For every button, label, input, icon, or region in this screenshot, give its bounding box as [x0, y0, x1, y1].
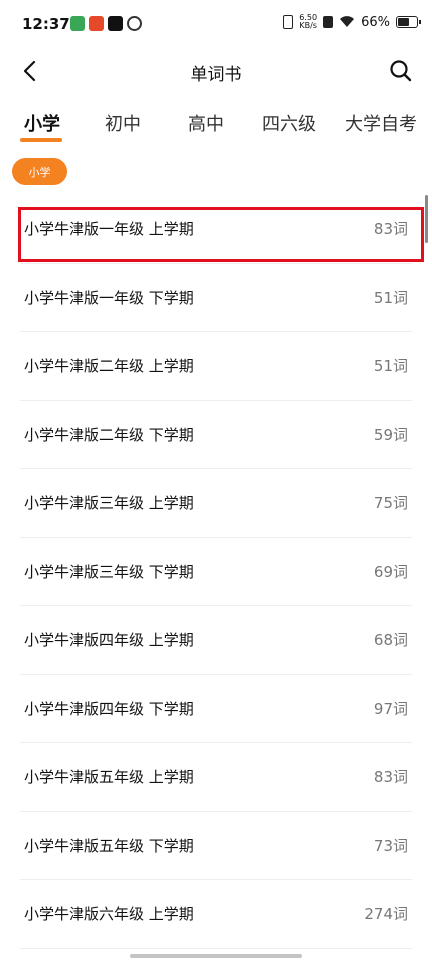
nav-bar: 单词书 [0, 50, 432, 92]
list-item[interactable]: 小学牛津版四年级 上学期 68词 [20, 606, 412, 675]
tab-primary[interactable]: 小学 [24, 110, 60, 136]
filter-chip[interactable]: 小学 [12, 158, 67, 185]
app-notification-icon [70, 16, 85, 31]
book-name: 小学牛津版一年级 下学期 [24, 288, 194, 307]
tab-university-self-study[interactable]: 大学自考 [345, 110, 417, 136]
wifi-icon [340, 16, 355, 27]
book-name: 小学牛津版五年级 下学期 [24, 836, 194, 855]
active-tab-indicator [20, 138, 62, 142]
word-count: 97词 [373, 699, 408, 718]
app-notification-icon [89, 16, 104, 31]
sync-icon [127, 16, 142, 31]
status-bar: 12:37 6.50 KB/s 66% [0, 0, 432, 50]
book-name: 小学牛津版六年级 上学期 [24, 905, 194, 924]
word-count: 51词 [373, 288, 408, 307]
page-title: 单词书 [190, 65, 242, 85]
system-status: 6.50 KB/s 66% [283, 14, 421, 30]
book-name: 小学牛津版二年级 下学期 [24, 425, 194, 444]
home-indicator[interactable] [130, 954, 302, 958]
book-name: 小学牛津版五年级 上学期 [24, 768, 194, 787]
book-name: 小学牛津版三年级 上学期 [24, 494, 194, 513]
list-item[interactable]: 小学牛津版三年级 上学期 75词 [20, 469, 412, 538]
battery-percent: 66% [361, 14, 390, 30]
word-count: 73词 [373, 836, 408, 855]
scrollbar[interactable] [425, 195, 428, 243]
word-count: 83词 [373, 768, 408, 787]
list-item[interactable]: 小学牛津版二年级 上学期 51词 [20, 332, 412, 401]
battery-fill [398, 18, 410, 26]
word-count: 68词 [373, 631, 408, 650]
word-count: 69词 [373, 562, 408, 581]
notification-icons [70, 16, 142, 31]
book-name: 小学牛津版四年级 上学期 [24, 631, 194, 650]
book-name: 小学牛津版一年级 上学期 [24, 220, 194, 239]
word-count: 75词 [373, 494, 408, 513]
word-count: 59词 [373, 425, 408, 444]
list-item[interactable]: 小学牛津版三年级 下学期 69词 [20, 538, 412, 606]
tiktok-icon [108, 16, 123, 31]
search-icon[interactable] [388, 58, 414, 84]
list-item[interactable]: 小学牛津版四年级 下学期 97词 [20, 675, 412, 743]
sim-off-icon [323, 16, 334, 28]
list-item[interactable]: 小学牛津版一年级 上学期 83词 [18, 195, 424, 264]
level-tabs: 小学 初中 高中 四六级 大学自考 [0, 102, 432, 146]
tab-senior-high[interactable]: 高中 [188, 110, 224, 136]
vibrate-icon [283, 15, 294, 29]
word-count: 51词 [373, 357, 408, 376]
word-count: 274词 [364, 905, 408, 924]
list-item[interactable]: 小学牛津版五年级 上学期 83词 [20, 743, 412, 812]
list-item[interactable]: 小学牛津版一年级 下学期 51词 [20, 264, 412, 332]
book-name: 小学牛津版二年级 上学期 [24, 357, 194, 376]
word-count: 83词 [373, 220, 408, 239]
tab-cet[interactable]: 四六级 [262, 110, 316, 136]
list-item[interactable]: 小学牛津版二年级 下学期 59词 [20, 401, 412, 469]
list-item[interactable]: 小学牛津版五年级 下学期 73词 [20, 812, 412, 880]
tab-junior-high[interactable]: 初中 [105, 110, 141, 136]
wordbook-list: 小学牛津版一年级 上学期 83词 小学牛津版一年级 下学期 51词 小学牛津版二年级 上… [18, 195, 424, 949]
list-item[interactable]: 小学牛津版六年级 上学期 274词 [20, 880, 412, 949]
net-speed-unit: KB/s [299, 21, 317, 30]
book-name: 小学牛津版四年级 下学期 [24, 699, 194, 718]
status-time: 12:37 [22, 15, 70, 33]
net-speed: 6.50 KB/s [299, 14, 317, 30]
battery-icon [396, 16, 421, 28]
book-name: 小学牛津版三年级 下学期 [24, 562, 194, 581]
